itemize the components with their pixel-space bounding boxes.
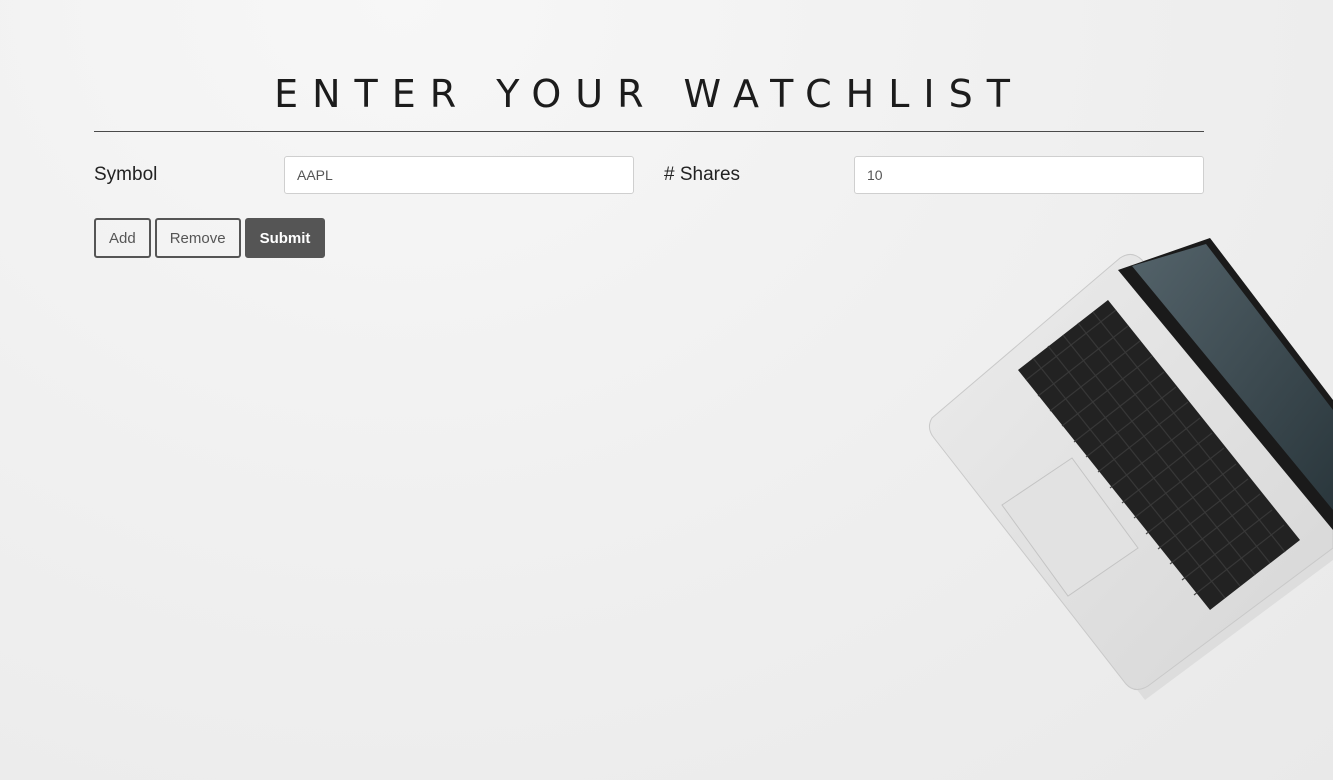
laptop-image (928, 238, 1333, 700)
remove-button[interactable]: Remove (154, 218, 241, 258)
watchlist-entry-row: Symbol # Shares (94, 156, 1204, 196)
add-button[interactable]: Add (94, 218, 151, 258)
symbol-input[interactable] (284, 156, 634, 194)
shares-label: # Shares (664, 164, 741, 185)
page-title: ENTER YOUR WATCHLIST (274, 72, 1024, 116)
title-divider (94, 131, 1204, 132)
submit-button[interactable]: Submit (244, 218, 326, 258)
watchlist-form-container: ENTER YOUR WATCHLIST Symbol # Shares Add… (94, 0, 1204, 258)
shares-input[interactable] (854, 156, 1204, 194)
symbol-label: Symbol (94, 164, 158, 185)
